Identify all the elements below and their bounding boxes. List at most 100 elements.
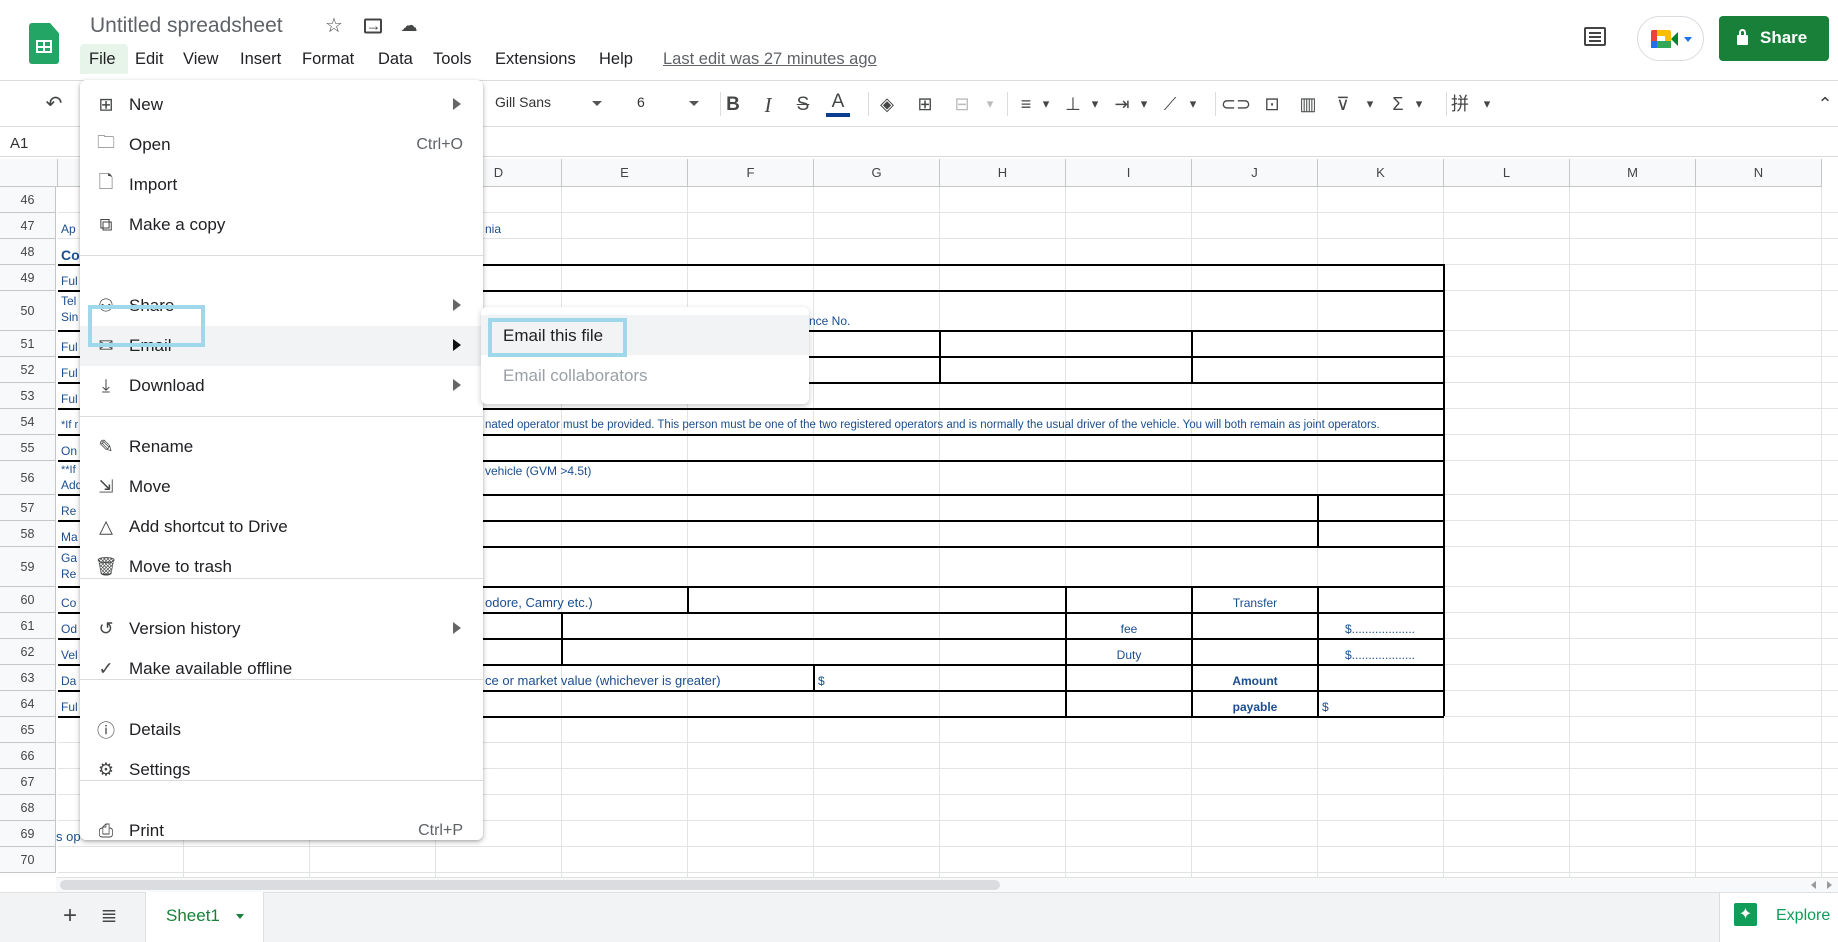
row-header-58[interactable]: 58 bbox=[0, 521, 56, 547]
row-header-70[interactable]: 70 bbox=[0, 847, 56, 873]
column-header-M[interactable]: M bbox=[1570, 159, 1696, 187]
insert-chart-icon[interactable]: ▥ bbox=[1299, 94, 1316, 114]
chevron-down-icon[interactable]: ▾ bbox=[1141, 94, 1148, 114]
column-header-K[interactable]: K bbox=[1318, 159, 1444, 187]
row-header-55[interactable]: 55 bbox=[0, 435, 56, 461]
column-header-I[interactable]: I bbox=[1066, 159, 1192, 187]
add-sheet-icon[interactable]: + bbox=[63, 904, 77, 928]
menu-item-new[interactable]: ⊞ New bbox=[80, 85, 483, 125]
menu-insert[interactable]: Insert bbox=[237, 48, 284, 70]
row-header-48[interactable]: 48 bbox=[0, 239, 56, 265]
row-header-63[interactable]: 63 bbox=[0, 665, 56, 691]
row-header-65[interactable]: 65 bbox=[0, 717, 56, 743]
menu-item-make-available-offline[interactable]: ✓ Make available offline bbox=[80, 649, 483, 689]
sheet-tab[interactable]: Sheet1 bbox=[145, 892, 264, 942]
row-header-69[interactable]: 69 bbox=[0, 821, 56, 847]
menu-item-move[interactable]: ⇲ Move bbox=[80, 467, 483, 507]
text-rotation-icon[interactable]: ⟋ bbox=[1164, 94, 1177, 114]
vertical-align-icon[interactable]: ⊥ bbox=[1065, 94, 1081, 114]
sheets-logo[interactable] bbox=[29, 23, 59, 64]
font-size-select[interactable]: 6 bbox=[637, 94, 701, 114]
name-box[interactable]: A1 bbox=[10, 135, 28, 152]
column-header-E[interactable]: E bbox=[562, 159, 688, 187]
row-header-64[interactable]: 64 bbox=[0, 691, 56, 717]
merge-cells-icon[interactable]: ⊟ bbox=[954, 94, 969, 114]
comments-icon[interactable] bbox=[1584, 27, 1606, 46]
row-header-52[interactable]: 52 bbox=[0, 357, 56, 383]
chevron-down-icon[interactable]: ▾ bbox=[1043, 94, 1050, 114]
functions-icon[interactable]: Σ bbox=[1392, 94, 1403, 114]
scroll-right-icon[interactable] bbox=[1827, 881, 1832, 889]
menu-item-print[interactable]: ⎙ Print Ctrl+P bbox=[80, 811, 483, 851]
chevron-down-icon[interactable]: ▾ bbox=[1416, 94, 1423, 114]
column-header-F[interactable]: F bbox=[688, 159, 814, 187]
font-family-select[interactable]: Gill Sans bbox=[495, 94, 610, 114]
bold-button[interactable]: B bbox=[726, 95, 740, 115]
filter-icon[interactable]: ⊽ bbox=[1336, 94, 1349, 114]
input-tools-icon[interactable]: 拼 bbox=[1451, 94, 1469, 114]
row-header-46[interactable]: 46 bbox=[0, 187, 56, 213]
cloud-saved-icon[interactable]: ☁ bbox=[401, 16, 418, 36]
row-header-49[interactable]: 49 bbox=[0, 265, 56, 291]
row-header-54[interactable]: 54 bbox=[0, 409, 56, 435]
row-header-60[interactable]: 60 bbox=[0, 587, 56, 613]
menu-format[interactable]: Format bbox=[299, 48, 357, 70]
menu-tools[interactable]: Tools bbox=[430, 48, 475, 70]
all-sheets-icon[interactable]: ≣ bbox=[101, 906, 118, 926]
menu-item-move-to-trash[interactable]: 🗑 Move to trash bbox=[80, 547, 483, 587]
column-header-G[interactable]: G bbox=[814, 159, 940, 187]
column-header-J[interactable]: J bbox=[1192, 159, 1318, 187]
row-header-68[interactable]: 68 bbox=[0, 795, 56, 821]
star-icon[interactable]: ☆ bbox=[325, 16, 343, 36]
menu-item-make-a-copy[interactable]: ⧉ Make a copy bbox=[80, 205, 483, 245]
menu-help[interactable]: Help bbox=[596, 48, 636, 70]
undo-icon[interactable]: ↶ bbox=[46, 94, 63, 114]
document-title[interactable]: Untitled spreadsheet bbox=[90, 13, 283, 39]
chevron-down-icon[interactable]: ▾ bbox=[1484, 94, 1491, 114]
menu-item-download[interactable]: ⤓ Download bbox=[80, 366, 483, 406]
menu-item-add-shortcut-to-drive[interactable]: △ Add shortcut to Drive bbox=[80, 507, 483, 547]
menu-item-open[interactable]: 🗀 Open Ctrl+O bbox=[80, 125, 483, 165]
fill-color-icon[interactable]: ◈ bbox=[880, 94, 894, 114]
column-header-N[interactable]: N bbox=[1696, 159, 1822, 187]
menu-data[interactable]: Data bbox=[375, 48, 416, 70]
strikethrough-button[interactable]: S bbox=[797, 95, 810, 115]
menu-item-details[interactable]: ⓘ Details bbox=[80, 710, 483, 750]
row-header-62[interactable]: 62 bbox=[0, 639, 56, 665]
row-header-59[interactable]: 59 bbox=[0, 547, 56, 587]
select-all-corner[interactable] bbox=[0, 159, 58, 187]
text-color-button[interactable]: A bbox=[832, 92, 845, 112]
menu-item-settings[interactable]: ⚙ Settings bbox=[80, 750, 483, 790]
last-edit-link[interactable]: Last edit was 27 minutes ago bbox=[663, 48, 877, 70]
row-header-56[interactable]: 56 bbox=[0, 461, 56, 495]
text-wrap-icon[interactable]: ⇥ bbox=[1114, 94, 1129, 114]
menu-item-import[interactable]: 🗋 Import bbox=[80, 165, 483, 205]
scroll-left-icon[interactable] bbox=[1811, 881, 1816, 889]
column-header-H[interactable]: H bbox=[940, 159, 1066, 187]
chevron-down-icon[interactable]: ▾ bbox=[1092, 94, 1099, 114]
horizontal-scrollbar[interactable] bbox=[56, 877, 1838, 892]
italic-button[interactable]: I bbox=[765, 95, 772, 116]
collapse-toolbar-icon[interactable]: ⌃ bbox=[1817, 94, 1832, 114]
row-header-51[interactable]: 51 bbox=[0, 331, 56, 357]
menu-item-version-history[interactable]: ↺ Version history bbox=[80, 609, 483, 649]
link-icon[interactable]: ⊂⊃ bbox=[1221, 94, 1251, 114]
menu-extensions[interactable]: Extensions bbox=[492, 48, 579, 70]
meet-button[interactable] bbox=[1637, 16, 1704, 61]
share-button[interactable]: Share bbox=[1719, 16, 1829, 61]
chevron-down-icon[interactable]: ▾ bbox=[987, 94, 994, 114]
align-left-icon[interactable]: ≡ bbox=[1021, 94, 1032, 114]
row-header-53[interactable]: 53 bbox=[0, 383, 56, 409]
column-header-L[interactable]: L bbox=[1444, 159, 1570, 187]
row-header-47[interactable]: 47 bbox=[0, 213, 56, 239]
row-header-61[interactable]: 61 bbox=[0, 613, 56, 639]
scrollbar-thumb[interactable] bbox=[60, 880, 1000, 890]
menu-file[interactable]: File bbox=[86, 48, 119, 70]
menu-edit[interactable]: Edit bbox=[132, 48, 166, 70]
insert-comment-icon[interactable]: ⊡ bbox=[1264, 94, 1279, 114]
borders-icon[interactable]: ⊞ bbox=[917, 94, 932, 114]
row-header-57[interactable]: 57 bbox=[0, 495, 56, 521]
chevron-down-icon[interactable]: ▾ bbox=[1367, 94, 1374, 114]
row-header-50[interactable]: 50 bbox=[0, 291, 56, 331]
menu-item-rename[interactable]: ✎ Rename bbox=[80, 427, 483, 467]
